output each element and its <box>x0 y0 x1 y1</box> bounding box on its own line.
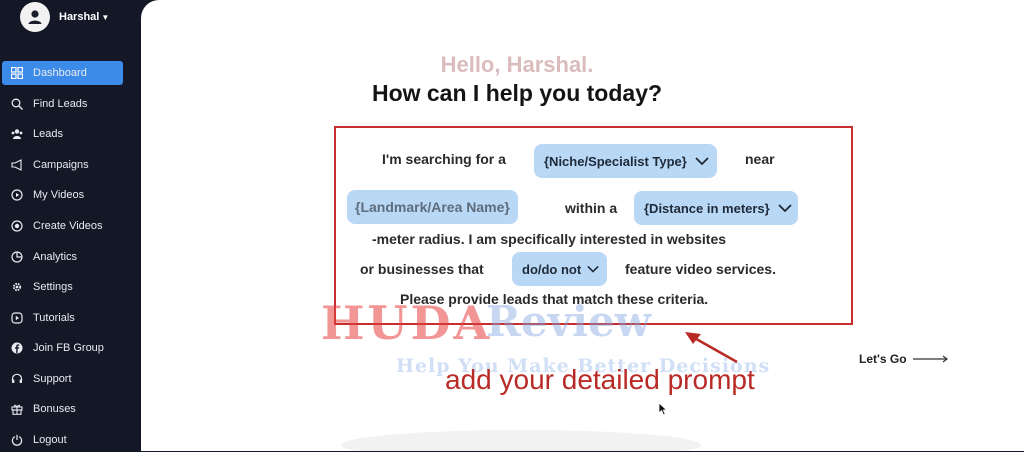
sidebar-item-tutorials[interactable]: Tutorials <box>2 306 123 330</box>
do-select-value: do/do not <box>522 261 582 277</box>
watermark-brand: HUDA <box>321 296 493 350</box>
gear-icon <box>10 280 24 294</box>
watermark-brand-review: Review <box>486 297 651 346</box>
chevron-down-icon[interactable]: ▼ <box>101 13 109 22</box>
prompt-text-feature: feature video services. <box>625 261 776 277</box>
page-title: How can I help you today? <box>371 80 663 106</box>
sidebar-item-analytics[interactable]: Analytics <box>2 245 123 269</box>
grid-icon <box>10 66 24 80</box>
sidebar-item-label: Logout <box>33 434 67 446</box>
sidebar-item-campaigns[interactable]: Campaigns <box>2 153 123 177</box>
sidebar-item-label: Find Leads <box>33 98 88 110</box>
distance-select-value: {Distance in meters} <box>644 200 770 216</box>
sidebar-item-create-videos[interactable]: Create Videos <box>2 214 123 238</box>
sidebar-item-label: Campaigns <box>33 159 89 171</box>
user-name: Harshal <box>59 11 100 23</box>
sidebar-item-find-leads[interactable]: Find Leads <box>2 92 123 116</box>
annotation-arrow-icon <box>685 332 738 364</box>
sidebar-item-label: Join FB Group <box>33 342 104 354</box>
sidebar-item-support[interactable]: Support <box>2 367 123 391</box>
sidebar-item-label: Settings <box>33 281 73 293</box>
sidebar-item-label: Tutorials <box>33 312 75 324</box>
sidebar-item-dashboard[interactable]: Dashboard <box>2 61 123 85</box>
sidebar-item-settings[interactable]: Settings <box>2 275 123 299</box>
greeting: Hello, Harshal. <box>440 52 594 77</box>
users-icon <box>10 127 24 141</box>
arrow-right-icon <box>912 355 948 363</box>
chevron-down-icon <box>778 204 792 212</box>
main-panel: Hello, Harshal. How can I help you today… <box>141 0 1024 451</box>
megaphone-icon <box>10 158 24 172</box>
sidebar-item-bonuses[interactable]: Bonuses <box>2 397 123 421</box>
prompt-text-businesses: or businesses that <box>360 261 484 277</box>
tutorial-icon <box>10 311 24 325</box>
do-do-not-select[interactable]: do/do not <box>512 252 608 286</box>
sidebar-item-logout[interactable]: Logout <box>2 428 123 452</box>
prompt-text-radius: -meter radius. I am specifically interes… <box>372 231 727 247</box>
prompt-text-within: within a <box>565 200 618 216</box>
sidebar-item-label: Leads <box>33 128 63 140</box>
prompt-text-near: near <box>745 151 775 167</box>
sidebar-item-label: Analytics <box>33 251 78 263</box>
record-icon <box>10 219 24 233</box>
sidebar-item-my-videos[interactable]: My Videos <box>2 183 123 207</box>
user-menu[interactable]: Harshal ▼ <box>20 2 109 32</box>
lets-go-label: Let's Go <box>859 352 907 366</box>
gift-icon <box>10 402 24 416</box>
headset-icon <box>10 372 24 386</box>
distance-select[interactable]: {Distance in meters} <box>634 191 798 225</box>
input-shadow <box>341 430 701 451</box>
annotation-label: add your detailed prompt <box>445 364 755 395</box>
sidebar-item-label: Support <box>33 373 72 385</box>
sidebar-item-label: Create Videos <box>33 220 103 232</box>
sidebar-item-leads[interactable]: Leads <box>2 122 123 146</box>
chevron-down-icon <box>695 157 709 165</box>
user-icon <box>28 10 42 24</box>
sidebar-item-label: Dashboard <box>33 67 87 79</box>
facebook-icon <box>10 341 24 355</box>
search-icon <box>10 97 24 111</box>
sidebar-item-join-fb-group[interactable]: Join FB Group <box>2 336 123 360</box>
sidebar: Harshal ▼ Dashboard Find Leads Leads Cam… <box>0 0 140 451</box>
avatar[interactable] <box>20 2 50 32</box>
play-circle-icon <box>10 188 24 202</box>
niche-select[interactable]: {Niche/Specialist Type} <box>534 144 717 178</box>
landmark-input[interactable]: {Landmark/Area Name} <box>347 190 518 224</box>
pie-chart-icon <box>10 250 24 264</box>
sidebar-item-label: My Videos <box>33 189 85 201</box>
logout-icon <box>10 433 24 447</box>
niche-select-value: {Niche/Specialist Type} <box>544 153 687 169</box>
chevron-down-icon <box>587 265 599 273</box>
mouse-pointer-icon <box>658 402 668 416</box>
prompt-text-searching: I'm searching for a <box>382 151 506 167</box>
lets-go-button[interactable]: Let's Go <box>859 352 949 366</box>
sidebar-item-label: Bonuses <box>33 403 76 415</box>
